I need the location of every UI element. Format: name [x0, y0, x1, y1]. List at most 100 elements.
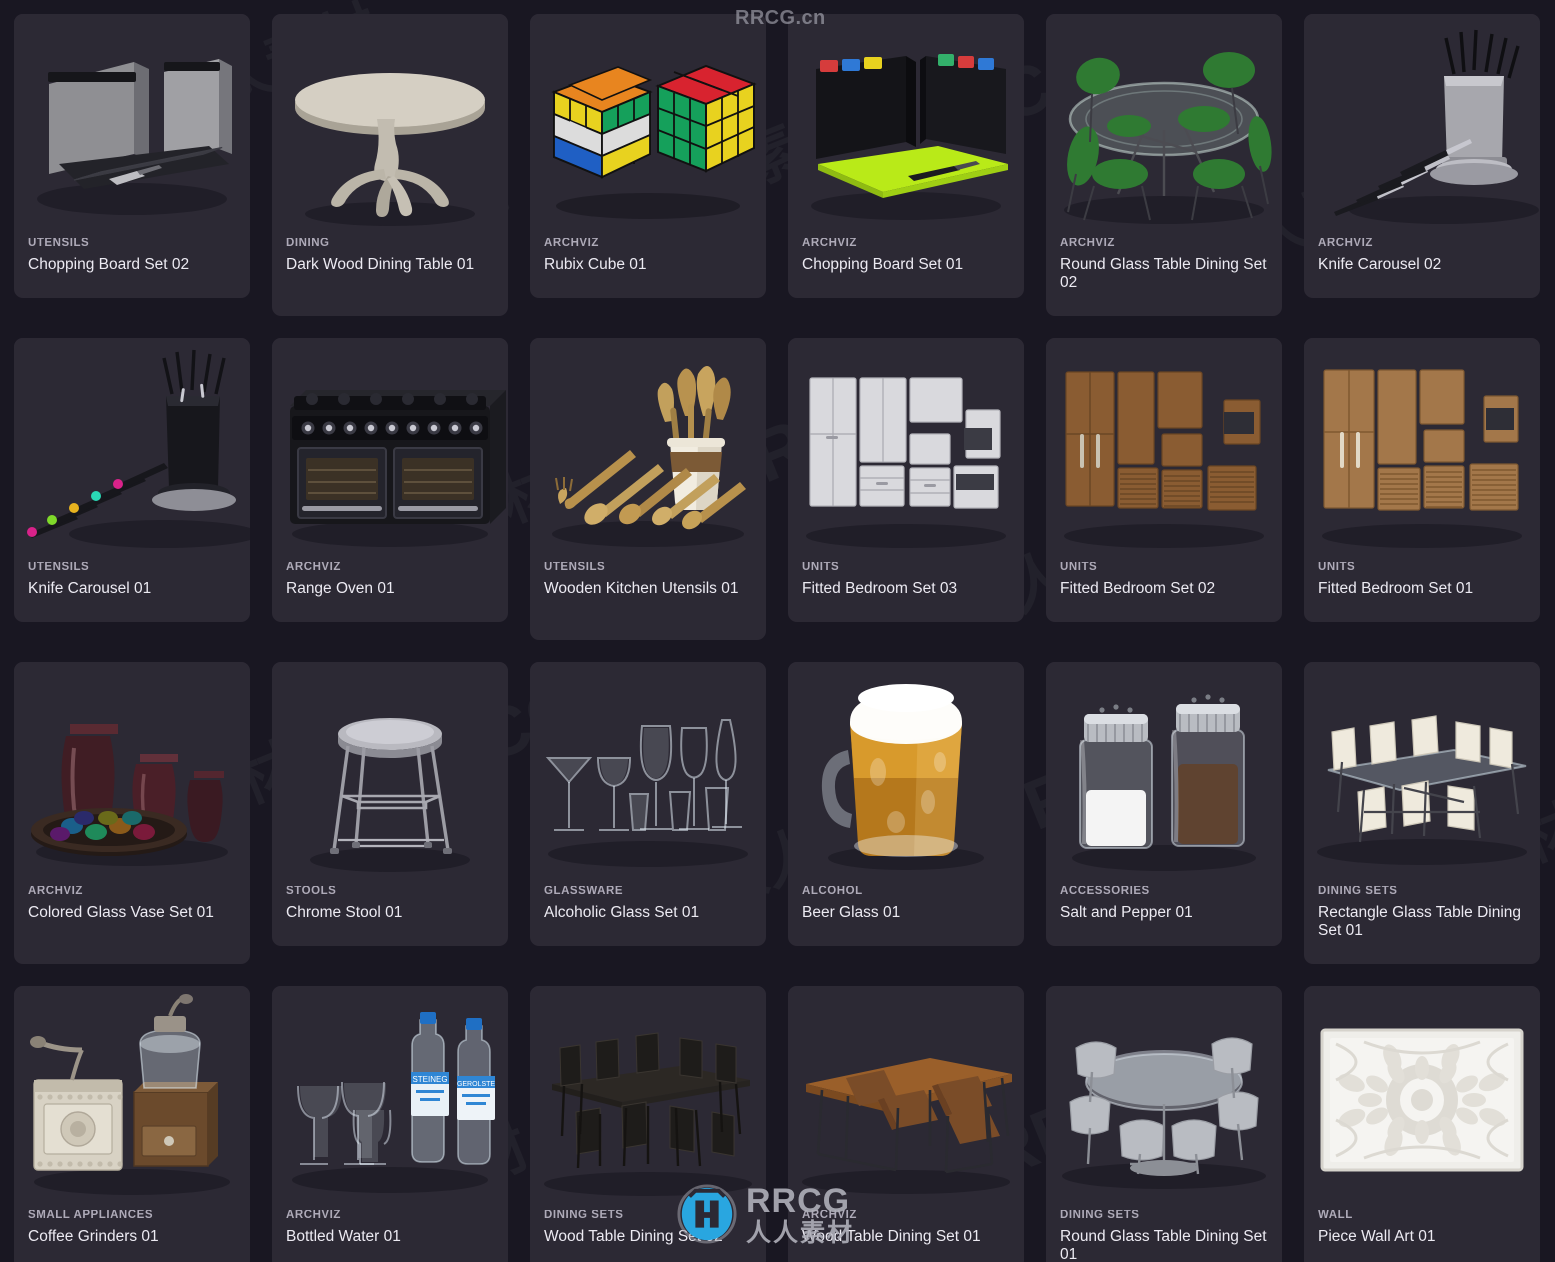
svg-text:STEINEG: STEINEG	[412, 1075, 447, 1084]
asset-card[interactable]: ALCOHOL Beer Glass 01	[788, 662, 1024, 946]
asset-thumbnail-wood-table-dining-set-02[interactable]	[530, 986, 766, 1210]
asset-category: WALL	[1318, 1209, 1353, 1221]
asset-meta: UNITS Fitted Bedroom Set 01	[1304, 561, 1540, 622]
asset-meta: UNITS Fitted Bedroom Set 02	[1046, 561, 1282, 622]
svg-text:GEROLSTE: GEROLSTE	[457, 1081, 495, 1088]
asset-title: Chopping Board Set 01	[802, 255, 964, 273]
asset-thumbnail-alcoholic-glass-set-01[interactable]	[530, 662, 766, 886]
asset-card-grid: UTENSILS Chopping Board Set 02 DINING Dark…	[0, 0, 1555, 1262]
asset-thumbnail-salt-and-pepper-01[interactable]	[1046, 662, 1282, 886]
asset-title: Fitted Bedroom Set 01	[1318, 579, 1474, 597]
asset-card[interactable]: UTENSILS Knife Carousel 01	[14, 338, 250, 622]
asset-category: UTENSILS	[28, 561, 90, 573]
asset-meta: ARCHVIZ Bottled Water 01	[272, 1209, 508, 1262]
asset-meta: WALL Piece Wall Art 01	[1304, 1209, 1540, 1262]
asset-category: UNITS	[802, 561, 840, 573]
asset-category: ARCHVIZ	[1318, 237, 1373, 249]
asset-meta: GLASSWARE Alcoholic Glass Set 01	[530, 885, 766, 946]
asset-title: Salt and Pepper 01	[1060, 903, 1193, 921]
asset-meta: DINING SETS Round Glass Table Dining Set …	[1046, 1209, 1282, 1262]
asset-title: Alcoholic Glass Set 01	[544, 903, 700, 921]
asset-card[interactable]: ARCHVIZ Knife Carousel 02	[1304, 14, 1540, 298]
asset-thumbnail-fitted-bedroom-set-01[interactable]	[1304, 338, 1540, 562]
asset-thumbnail-range-oven-01[interactable]	[272, 338, 508, 562]
asset-card[interactable]: DINING SETS Round Glass Table Dining Set …	[1046, 986, 1282, 1262]
asset-title: Round Glass Table Dining Set 02	[1060, 255, 1267, 292]
asset-title: Coffee Grinders 01	[28, 1227, 159, 1245]
asset-card[interactable]: ARCHVIZ Colored Glass Vase Set 01	[14, 662, 250, 964]
asset-card[interactable]: UTENSILS Wooden Kitchen Utensils 01	[530, 338, 766, 640]
asset-meta: UTENSILS Wooden Kitchen Utensils 01	[530, 561, 766, 640]
asset-card[interactable]: ARCHVIZ Range Oven 01	[272, 338, 508, 622]
asset-thumbnail-round-glass-table-dining-set-02[interactable]	[1046, 14, 1282, 238]
asset-category: ARCHVIZ	[286, 1209, 341, 1221]
asset-meta: ARCHVIZ Range Oven 01	[272, 561, 508, 622]
asset-title: Wooden Kitchen Utensils 01	[544, 579, 739, 597]
asset-category: ARCHVIZ	[286, 561, 341, 573]
asset-category: ALCOHOL	[802, 885, 863, 897]
asset-thumbnail-colored-glass-vase-set-01[interactable]	[14, 662, 250, 886]
asset-category: STOOLS	[286, 885, 337, 897]
asset-thumbnail-chopping-board-set-01[interactable]	[788, 14, 1024, 238]
asset-meta: UTENSILS Chopping Board Set 02	[14, 237, 250, 298]
asset-title: Piece Wall Art 01	[1318, 1227, 1436, 1245]
asset-thumbnail-dark-wood-dining-table-01[interactable]	[272, 14, 508, 238]
asset-thumbnail-chopping-board-set-02[interactable]	[14, 14, 250, 238]
asset-meta: ARCHVIZ Colored Glass Vase Set 01	[14, 885, 250, 964]
asset-meta: ARCHVIZ Wood Table Dining Set 01	[788, 1209, 1024, 1262]
asset-card[interactable]: UNITS Fitted Bedroom Set 03	[788, 338, 1024, 622]
asset-card[interactable]: STEINEG GEROLSTE ARCHVIZ Bottled Water 01	[272, 986, 508, 1262]
asset-card[interactable]: ARCHVIZ Round Glass Table Dining Set 02	[1046, 14, 1282, 316]
asset-category: ARCHVIZ	[28, 885, 83, 897]
asset-card[interactable]: WALL Piece Wall Art 01	[1304, 986, 1540, 1262]
asset-card[interactable]: DINING Dark Wood Dining Table 01	[272, 14, 508, 316]
asset-meta: UTENSILS Knife Carousel 01	[14, 561, 250, 622]
asset-card[interactable]: SMALL APPLIANCES Coffee Grinders 01	[14, 986, 250, 1262]
asset-card[interactable]: ACCESSORIES Salt and Pepper 01	[1046, 662, 1282, 946]
asset-thumbnail-knife-carousel-02[interactable]	[1304, 14, 1540, 238]
asset-card[interactable]: DINING SETS Rectangle Glass Table Dining …	[1304, 662, 1540, 964]
asset-thumbnail-knife-carousel-01[interactable]	[14, 338, 250, 562]
asset-category: ARCHVIZ	[802, 237, 857, 249]
asset-card[interactable]: ARCHVIZ Chopping Board Set 01	[788, 14, 1024, 298]
asset-thumbnail-piece-wall-art-01[interactable]	[1304, 986, 1540, 1210]
asset-card[interactable]: UTENSILS Chopping Board Set 02	[14, 14, 250, 298]
asset-card[interactable]: ARCHVIZ Rubix Cube 01	[530, 14, 766, 298]
asset-meta: ALCOHOL Beer Glass 01	[788, 885, 1024, 946]
asset-title: Fitted Bedroom Set 03	[802, 579, 958, 597]
asset-meta: STOOLS Chrome Stool 01	[272, 885, 508, 946]
asset-title: Round Glass Table Dining Set 01	[1060, 1227, 1267, 1262]
asset-category: UNITS	[1318, 561, 1356, 573]
asset-meta: ACCESSORIES Salt and Pepper 01	[1046, 885, 1282, 946]
asset-title: Rubix Cube 01	[544, 255, 647, 273]
asset-meta: DINING SETS Rectangle Glass Table Dining …	[1304, 885, 1540, 964]
asset-meta: DINING SETS Wood Table Dining Set 02	[530, 1209, 766, 1262]
asset-card[interactable]: GLASSWARE Alcoholic Glass Set 01	[530, 662, 766, 946]
asset-card[interactable]: ARCHVIZ Wood Table Dining Set 01	[788, 986, 1024, 1262]
asset-thumbnail-fitted-bedroom-set-03[interactable]	[788, 338, 1024, 562]
asset-category: ARCHVIZ	[1060, 237, 1115, 249]
asset-meta: UNITS Fitted Bedroom Set 03	[788, 561, 1024, 622]
asset-thumbnail-fitted-bedroom-set-02[interactable]	[1046, 338, 1282, 562]
asset-thumbnail-bottled-water-01[interactable]: STEINEG GEROLSTE	[272, 986, 508, 1210]
asset-category: SMALL APPLIANCES	[28, 1209, 154, 1221]
asset-thumbnail-beer-glass-01[interactable]	[788, 662, 1024, 886]
asset-thumbnail-wooden-kitchen-utensils-01[interactable]	[530, 338, 766, 562]
asset-thumbnail-rubix-cube-01[interactable]	[530, 14, 766, 238]
asset-thumbnail-coffee-grinders-01[interactable]	[14, 986, 250, 1210]
asset-title: Wood Table Dining Set 01	[802, 1227, 981, 1245]
asset-category: DINING SETS	[1318, 885, 1398, 897]
asset-thumbnail-rectangle-glass-table-dining-set-01[interactable]	[1304, 662, 1540, 886]
asset-category: DINING SETS	[544, 1209, 624, 1221]
asset-card[interactable]: DINING SETS Wood Table Dining Set 02	[530, 986, 766, 1262]
asset-card[interactable]: UNITS Fitted Bedroom Set 02	[1046, 338, 1282, 622]
asset-thumbnail-round-glass-table-dining-set-01[interactable]	[1046, 986, 1282, 1210]
asset-title: Bottled Water 01	[286, 1227, 401, 1245]
asset-category: DINING	[286, 237, 330, 249]
asset-card[interactable]: STOOLS Chrome Stool 01	[272, 662, 508, 946]
asset-thumbnail-chrome-stool-01[interactable]	[272, 662, 508, 886]
asset-thumbnail-wood-table-dining-set-01[interactable]	[788, 986, 1024, 1210]
asset-card[interactable]: UNITS Fitted Bedroom Set 01	[1304, 338, 1540, 622]
asset-title: Fitted Bedroom Set 02	[1060, 579, 1216, 597]
asset-library-page: RRCG 人人素材 RRCG 人人素材 RRCG 人人素材 RRCG RRCG …	[0, 0, 1555, 1262]
